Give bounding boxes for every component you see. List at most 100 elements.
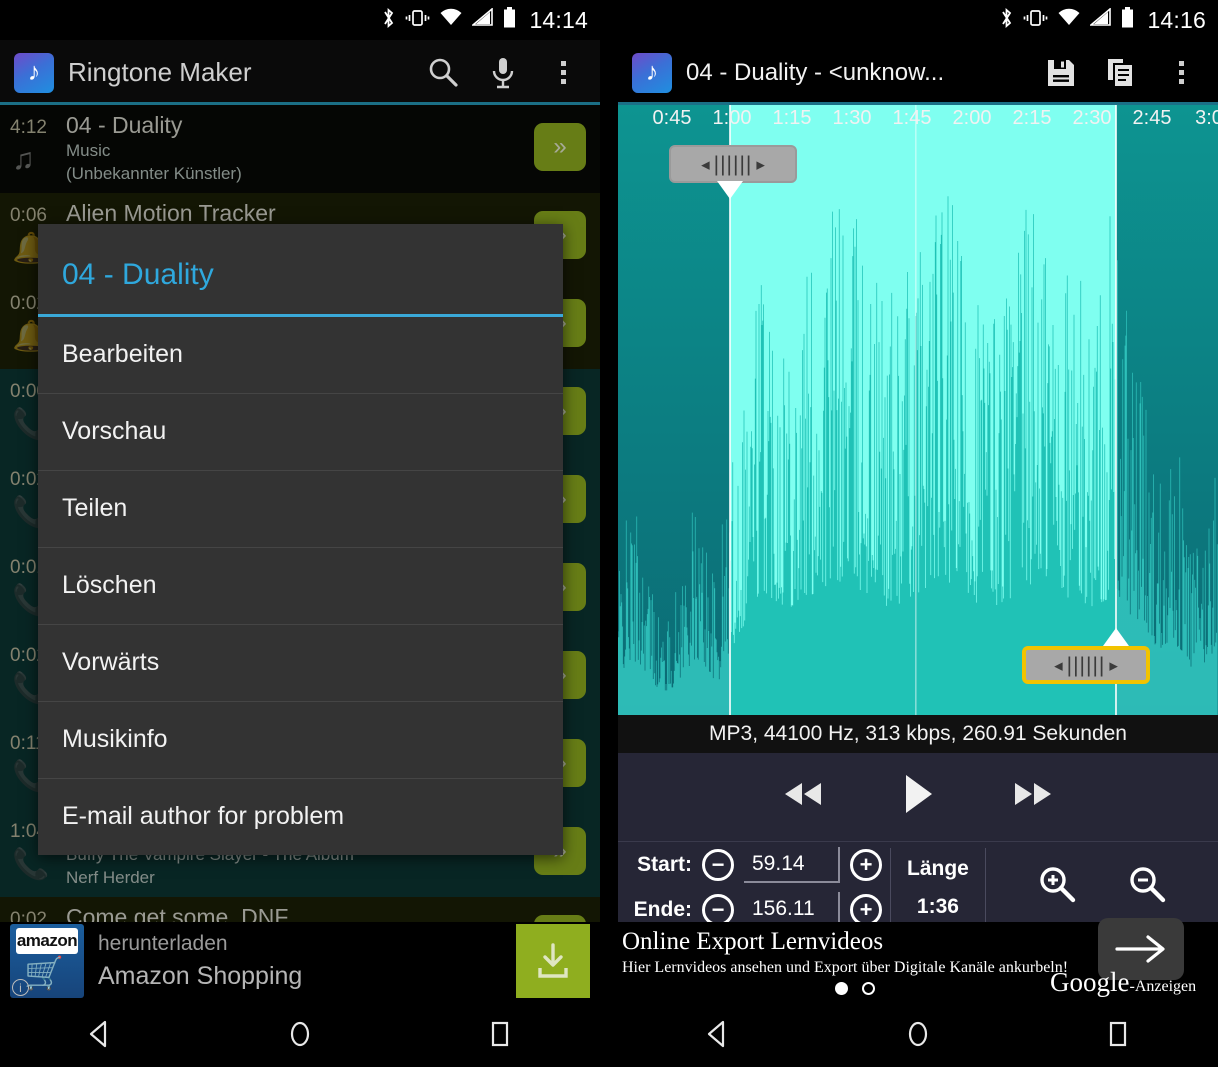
status-clock: 14:16 [1147,6,1206,33]
handle-grip[interactable]: |||||| [1067,655,1106,676]
app-logo-note-glyph: ♪ [27,58,41,86]
handle-left-arrow[interactable]: ◂ [1054,657,1063,674]
vibrate-icon [1023,8,1048,33]
app-logo-icon: ♪ [14,52,54,93]
left-action-bar: ♪ Ringtone Maker [0,40,600,105]
ruler-tick: 2:45 [1132,107,1172,129]
end-marker-pointer [1103,628,1129,646]
amazon-wordmark: amazon [16,928,78,954]
editor-title: 04 - Duality - <unknow... [686,58,945,86]
back-icon[interactable] [688,1014,748,1054]
waveform-graphic [618,105,1218,715]
bluetooth-icon [999,7,1014,34]
google-ad-text: Online Export Lernvideos Hier Lernvideos… [618,927,1088,995]
left-phone-screen: 14:14 ♪ Ringtone Maker 4:12 ♫ 04 - Duali… [0,0,600,1067]
start-value-field[interactable]: 59.14 [744,846,840,883]
context-menu-dialog: 04 - Duality Bearbeiten Vorschau Teilen … [38,224,563,855]
right-phone-screen: 14:16 ♪ 04 - Duality - <unknow... 0:45 1… [618,0,1218,1067]
end-marker-handle[interactable]: ◂ |||||| ▸ [1022,646,1150,684]
menu-item-musikinfo[interactable]: Musikinfo [38,702,563,779]
handle-right-arrow[interactable]: ▸ [756,156,765,173]
app-logo-icon: ♪ [632,52,672,93]
start-end-column: Start: − 59.14 + Ende: − 156.11 + [618,842,890,933]
home-icon[interactable] [270,1014,330,1054]
right-status-bar: 14:16 [618,0,1218,40]
left-nav-bar [0,1000,600,1067]
microphone-icon[interactable] [480,50,526,96]
ruler-tick: 2:00 [952,107,992,129]
play-icon[interactable] [900,772,936,822]
right-action-bar: ♪ 04 - Duality - <unknow... [618,40,1218,105]
length-label: Länge [907,856,969,880]
ad-pager-dots[interactable] [622,982,1088,995]
amazon-ad-banner[interactable]: amazon 🛒 i herunterladen Amazon Shopping [0,922,600,1000]
google-brand: Google [1050,967,1130,997]
ruler-tick: 0:45 [652,107,692,129]
zoom-in-icon[interactable] [1035,863,1079,913]
status-clock: 14:14 [529,6,588,33]
search-icon[interactable] [420,50,466,96]
start-marker-handle[interactable]: ◂ |||||| ▸ [669,145,797,183]
file-info-bar: MP3, 44100 Hz, 313 kbps, 260.91 Sekunden [618,715,1218,753]
ruler-tick: 2:15 [1012,107,1052,129]
app-title: Ringtone Maker [68,57,252,87]
amazon-ad-text: herunterladen Amazon Shopping [98,929,516,993]
signal-icon [471,7,494,32]
menu-item-email-author[interactable]: E-mail author for problem [38,779,563,855]
rewind-icon[interactable] [780,779,826,815]
menu-item-vorschau[interactable]: Vorschau [38,394,563,471]
amazon-app-icon: amazon 🛒 i [10,924,84,998]
overflow-menu-icon[interactable] [1158,50,1204,96]
menu-item-loeschen[interactable]: Löschen [38,548,563,625]
wifi-icon [1057,8,1081,32]
ruler-tick: 2:30 [1072,107,1112,129]
google-ad-body: Hier Lernvideos ansehen und Export über … [622,959,1069,976]
download-button[interactable] [516,924,590,998]
transport-controls [618,753,1218,841]
fast-forward-icon[interactable] [1010,779,1056,815]
ruler-tick: 1:15 [772,107,812,129]
menu-item-teilen[interactable]: Teilen [38,471,563,548]
waveform-editor[interactable]: 0:45 1:00 1:15 1:30 1:45 2:00 2:15 2:30 … [618,105,1218,715]
dialog-title: 04 - Duality [62,258,214,291]
start-decrement-button[interactable]: − [702,848,734,881]
zoom-out-icon[interactable] [1125,863,1169,913]
bluetooth-icon [381,7,396,34]
ad-dot[interactable] [862,982,875,995]
google-ad-headline: Online Export Lernvideos [622,928,884,955]
handle-right-arrow[interactable]: ▸ [1109,657,1118,674]
menu-item-bearbeiten[interactable]: Bearbeiten [38,317,563,394]
home-icon[interactable] [888,1014,948,1054]
start-label: Start: [637,852,692,876]
google-ad-cta[interactable]: Google-Anzeigen [1050,918,1218,1000]
time-ruler: 0:45 1:00 1:15 1:30 1:45 2:00 2:15 2:30 … [618,105,1218,139]
kebab-dots [560,61,566,84]
ad-info-icon[interactable]: i [12,979,29,996]
amazon-ad-line-2: Amazon Shopping [98,962,303,990]
menu-item-vorwaerts[interactable]: Vorwärts [38,625,563,702]
screen-divider [600,0,618,1067]
overflow-menu-icon[interactable] [540,50,586,96]
length-value: 1:36 [916,894,959,918]
shopping-cart-icon: 🛒 [24,955,64,991]
signal-icon [1089,7,1112,32]
google-ads-suffix: -Anzeigen [1129,978,1197,995]
handle-grip[interactable]: |||||| [714,154,753,175]
left-status-bar: 14:14 [0,0,600,40]
start-row: Start: − 59.14 + [626,842,882,888]
handle-left-arrow[interactable]: ◂ [701,156,710,173]
recents-icon[interactable] [470,1014,530,1054]
start-increment-button[interactable]: + [850,848,882,881]
back-icon[interactable] [70,1014,130,1054]
ad-dot-active[interactable] [835,982,848,995]
battery-icon [1121,7,1134,33]
end-label: Ende: [633,898,692,922]
start-marker-pointer [717,181,743,199]
wifi-icon [439,8,463,32]
google-ad-banner[interactable]: Online Export Lernvideos Hier Lernvideos… [618,918,1218,1000]
save-disk-icon[interactable] [1038,50,1084,96]
recents-icon[interactable] [1088,1014,1148,1054]
ruler-tick: 1:45 [892,107,932,129]
copy-document-icon[interactable] [1098,50,1144,96]
app-logo-note-glyph: ♪ [645,58,659,86]
